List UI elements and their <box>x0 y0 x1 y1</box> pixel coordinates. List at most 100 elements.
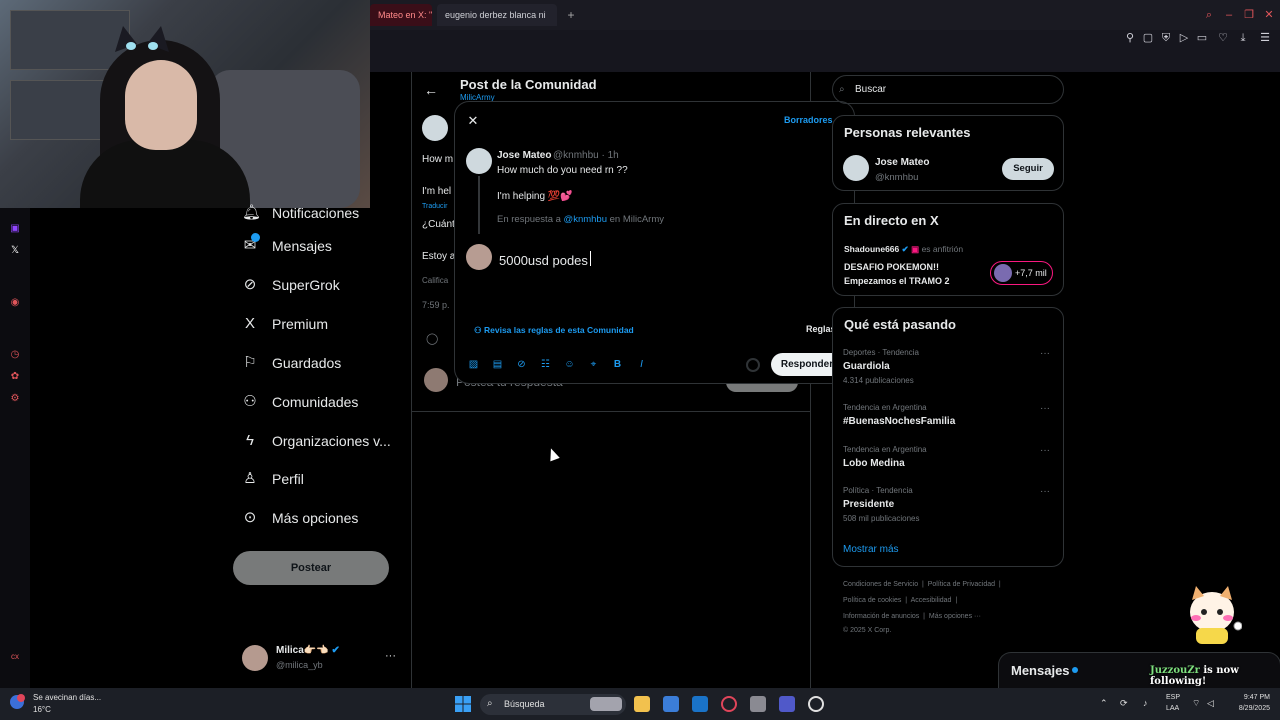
screenshot-icon[interactable]: ▢ <box>1141 31 1155 45</box>
italic-icon[interactable]: I <box>635 358 648 371</box>
download-icon[interactable]: ⤓ <box>1236 31 1250 45</box>
settings-icon[interactable]: ⚙ <box>8 392 22 406</box>
minimize-icon[interactable]: – <box>1222 8 1236 22</box>
heart-icon[interactable]: ♡ <box>1216 31 1230 45</box>
person-avatar[interactable] <box>843 155 869 181</box>
community-link[interactable]: MilicArmy <box>460 93 495 102</box>
poll-icon[interactable]: ☷ <box>539 358 552 371</box>
live-host[interactable]: Shadoune666 ✔ ▣ es anfitrión <box>844 244 963 255</box>
nav-supergrok[interactable]: ⊘ SuperGrok <box>242 268 340 302</box>
trend-name[interactable]: Guardiola <box>843 361 890 372</box>
footer-privacy[interactable]: Política de Privacidad <box>928 581 995 588</box>
twitch-icon[interactable]: ▣ <box>8 222 22 236</box>
trend-name[interactable]: #BuenasNochesFamilia <box>843 416 955 427</box>
footer-link[interactable]: Política de cookies | Accesibilidad | <box>843 597 957 604</box>
search-input[interactable]: Buscar <box>832 75 1064 104</box>
weather-icon[interactable] <box>8 693 26 711</box>
trend-more-icon[interactable]: ··· <box>1040 486 1050 497</box>
nav-organizaciones[interactable]: ϟ Organizaciones v... <box>242 424 391 458</box>
trend-more-icon[interactable]: ··· <box>1040 403 1050 414</box>
thread-line <box>478 176 480 234</box>
wallet-icon[interactable]: ▭ <box>1195 31 1209 45</box>
live-line2[interactable]: Empezamos el TRAMO 2 <box>844 276 950 286</box>
trend-more-icon[interactable]: ··· <box>1040 445 1050 456</box>
grok-icon[interactable]: ⊘ <box>515 358 528 371</box>
image-icon[interactable]: ▨ <box>467 358 480 371</box>
trend-more-icon[interactable]: ··· <box>1040 348 1050 359</box>
location-icon[interactable]: ⌖ <box>587 358 600 371</box>
shield-icon[interactable]: ⛨ <box>1159 31 1173 45</box>
opera-gx-icon[interactable] <box>721 696 737 712</box>
person-name[interactable]: Jose Mateo <box>875 157 929 168</box>
author-avatar[interactable] <box>422 115 448 141</box>
volume-icon[interactable]: ◁ <box>1207 698 1214 709</box>
messages-drawer-title[interactable]: Mensajes <box>1011 663 1070 678</box>
close-icon[interactable]: ✕ <box>1262 8 1276 22</box>
browser-tab-google[interactable]: eugenio derbez blanca ni <box>437 4 557 26</box>
footer-accessibility[interactable]: Accesibilidad <box>911 597 952 604</box>
quoted-avatar <box>466 148 492 174</box>
play-icon[interactable]: ▷ <box>1177 31 1191 45</box>
maximize-icon[interactable]: ❐ <box>1242 8 1256 22</box>
menu-icon[interactable]: ☰ <box>1258 31 1272 45</box>
browser-tab-x-post[interactable]: Mateo en X: "H <box>370 4 432 26</box>
gif-icon[interactable]: ▤ <box>491 358 504 371</box>
pin-icon[interactable]: ⚲ <box>1123 31 1137 45</box>
record-icon[interactable]: ◉ <box>8 296 22 310</box>
footer-more[interactable]: Más opciones ··· <box>929 613 981 620</box>
account-name[interactable]: Milica👉🏻👈🏻 ✔ <box>276 645 340 656</box>
footer-terms[interactable]: Condiciones de Servicio <box>843 581 918 588</box>
clock-icon[interactable]: ◷ <box>8 348 22 362</box>
back-arrow-icon[interactable]: ← <box>424 82 438 98</box>
windows-start-icon[interactable] <box>455 696 471 712</box>
nav-premium[interactable]: X Premium <box>242 307 328 341</box>
weather-text[interactable]: Se avecinan días... <box>33 693 101 702</box>
network-icon[interactable]: ⌔ <box>1192 698 1200 709</box>
reply-input[interactable] <box>499 250 829 270</box>
footer-cookies[interactable]: Política de cookies <box>843 597 901 604</box>
search-icon[interactable]: ⌕ <box>1202 8 1216 22</box>
clock-date[interactable]: 8/29/2025 <box>1216 705 1270 712</box>
emoji-icon[interactable]: ☺ <box>563 358 576 371</box>
follow-button[interactable]: Seguir <box>1002 158 1054 180</box>
reply-icon[interactable]: ◯ <box>426 332 438 345</box>
file-explorer-icon[interactable] <box>634 696 650 712</box>
store-icon[interactable] <box>663 696 679 712</box>
trend-name[interactable]: Lobo Medina <box>843 458 905 469</box>
bold-icon[interactable]: B <box>611 358 624 371</box>
new-tab-button[interactable]: + <box>562 4 580 26</box>
replying-handle-link[interactable]: @knmhbu <box>564 214 607 225</box>
account-avatar[interactable] <box>242 645 268 671</box>
post-button[interactable]: Postear <box>233 551 389 585</box>
footer-ads-info[interactable]: Información de anuncios <box>843 613 919 620</box>
live-line1[interactable]: DESAFIO POKEMON!! <box>844 262 939 272</box>
keyboard-layout[interactable]: LAA <box>1166 705 1179 712</box>
teams-icon[interactable] <box>779 696 795 712</box>
x-logo-icon[interactable]: 𝕏 <box>8 244 22 258</box>
close-icon[interactable]: ✕ <box>466 113 480 129</box>
nav-label: Comunidades <box>272 394 359 410</box>
account-more-icon[interactable]: ··· <box>385 650 396 662</box>
cx-icon[interactable]: cx <box>8 650 22 664</box>
nav-mas-opciones[interactable]: ⊙ Más opciones <box>242 501 359 535</box>
show-more-link[interactable]: Mostrar más <box>843 544 899 555</box>
sync-icon[interactable]: ⟳ <box>1120 698 1128 709</box>
microphone-icon[interactable]: ♪ <box>1143 698 1148 708</box>
keyboard-language[interactable]: ESP <box>1166 694 1180 701</box>
community-rules-link[interactable]: ⚇ Revisa las reglas de esta Comunidad <box>474 325 634 336</box>
obs-icon[interactable] <box>808 696 824 712</box>
puzzle-icon[interactable]: ✿ <box>8 370 22 384</box>
trend-name[interactable]: Presidente <box>843 499 894 510</box>
translate-link[interactable]: Traducir <box>422 203 447 210</box>
nav-comunidades[interactable]: ⚇ Comunidades <box>242 385 358 419</box>
nav-notificaciones[interactable]: 🔔︎ Notificaciones <box>242 191 359 222</box>
footer-link[interactable]: Información de anuncios | Más opciones ·… <box>843 613 981 620</box>
nav-perfil[interactable]: ♙ Perfil <box>242 462 304 496</box>
footer-link[interactable]: Condiciones de Servicio | Política de Pr… <box>843 581 1001 588</box>
drafts-button[interactable]: Borradores <box>784 115 833 125</box>
clock-time[interactable]: 9:47 PM <box>1228 694 1270 701</box>
outlook-icon[interactable] <box>692 696 708 712</box>
app-icon[interactable] <box>750 696 766 712</box>
nav-guardados[interactable]: ⚐ Guardados <box>242 346 341 380</box>
chevron-up-icon[interactable]: ⌃ <box>1100 698 1108 709</box>
